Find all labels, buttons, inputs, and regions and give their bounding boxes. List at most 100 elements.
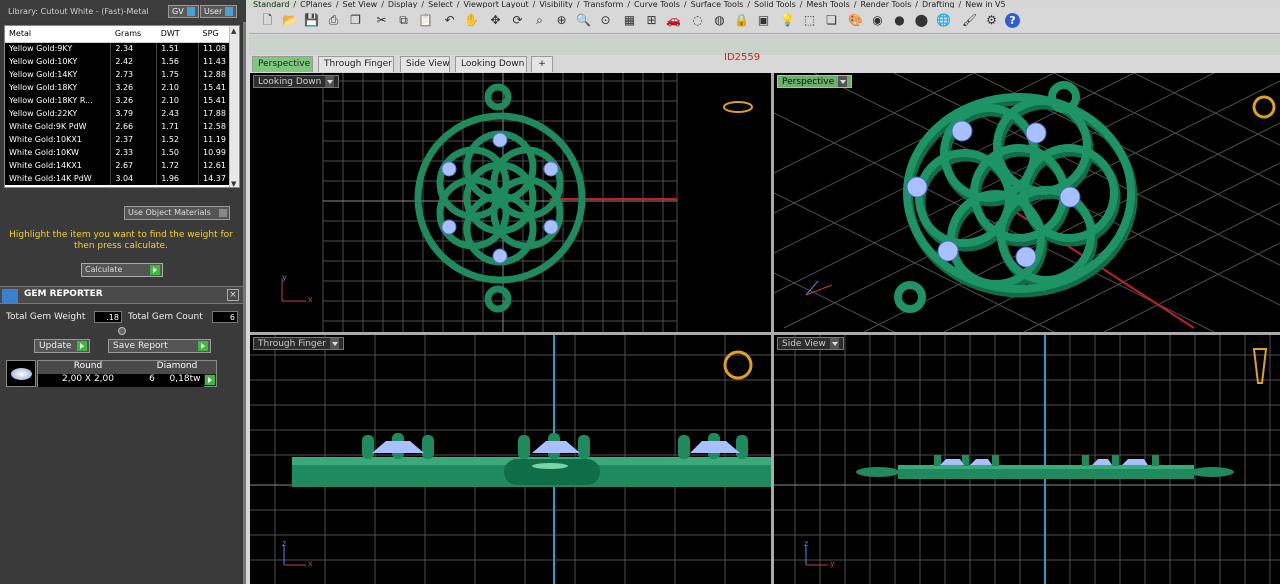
- save-report-button[interactable]: Save Report: [108, 339, 211, 353]
- table-row[interactable]: Yellow Gold:18KY R... 3.26 2.10 15.41: [5, 94, 231, 107]
- render-sphere-icon[interactable]: ⬤: [913, 12, 930, 29]
- table-cell: 1.52: [156, 133, 200, 146]
- col-grams[interactable]: Grams: [110, 26, 157, 43]
- table-row[interactable]: Yellow Gold:22KY 3.79 2.43 17.88: [5, 107, 231, 120]
- undo-icon[interactable]: ↶: [441, 12, 458, 29]
- menu-tab[interactable]: Set View: [339, 1, 382, 9]
- table-row[interactable]: Yellow Gold:9KY 2.34 1.51 11.08: [5, 42, 231, 55]
- viewport-side-view[interactable]: Side View z y: [774, 335, 1280, 584]
- menu-tab[interactable]: Render Tools: [857, 1, 916, 9]
- print-icon[interactable]: ⎙: [325, 12, 342, 29]
- use-object-materials-toggle[interactable]: Use Object Materials: [124, 206, 230, 220]
- menu-tab[interactable]: Solid Tools: [750, 1, 800, 9]
- table-row[interactable]: Yellow Gold:18KY 3.26 2.10 15.41: [5, 81, 231, 94]
- add-tab-icon[interactable]: +: [531, 56, 553, 72]
- viewport-label-perspective[interactable]: Perspective: [777, 75, 853, 88]
- viewport-label-through-finger[interactable]: Through Finger: [253, 337, 344, 350]
- viewport-splitter-horizontal[interactable]: [250, 332, 1280, 335]
- table-row[interactable]: Yellow Gold:14KY 2.73 1.75 12.88: [5, 68, 231, 81]
- menu-tab[interactable]: Curve Tools: [630, 1, 684, 9]
- zoom-extents-icon[interactable]: ⊕: [553, 12, 570, 29]
- calculate-button[interactable]: Calculate: [81, 263, 163, 277]
- zoom-window-icon[interactable]: ⌕: [531, 12, 548, 29]
- properties-icon[interactable]: ❐: [347, 12, 364, 29]
- col-metal[interactable]: Metal: [5, 26, 111, 43]
- gem-row-play-icon[interactable]: [205, 375, 215, 385]
- tab-side-view[interactable]: Side View: [400, 56, 450, 72]
- table-row[interactable]: White Gold:14K PdW 3.04 1.96 14.37: [5, 172, 231, 185]
- menu-tab[interactable]: Drafting: [918, 1, 959, 9]
- menu-tab[interactable]: New in V5: [961, 1, 1009, 9]
- car-icon[interactable]: 🚗: [665, 12, 682, 29]
- pan-hand-icon[interactable]: ✋: [463, 12, 480, 29]
- layer-icon[interactable]: ❏: [823, 12, 840, 29]
- table-cell: 2.67: [110, 159, 158, 172]
- table-row[interactable]: White Gold:14KX1 2.67 1.72 12.61: [5, 159, 231, 172]
- rotate-view-icon[interactable]: ⟳: [509, 12, 526, 29]
- new-file-icon[interactable]: 🗋: [259, 12, 276, 29]
- menu-tab[interactable]: Display: [384, 1, 422, 9]
- grid-icon[interactable]: ▦: [621, 12, 638, 29]
- shaded-sphere-icon[interactable]: ●: [891, 12, 908, 29]
- paste-icon[interactable]: 📋: [417, 12, 434, 29]
- table-row[interactable]: Yellow Gold:10KY 2.42 1.56 11.43: [5, 55, 231, 68]
- tab-perspective[interactable]: Perspective: [252, 56, 313, 72]
- menu-tab[interactable]: Viewport Layout: [459, 1, 532, 9]
- col-spg[interactable]: SPG: [198, 26, 231, 43]
- resize-handle-icon[interactable]: [118, 327, 126, 335]
- cut-icon[interactable]: ✂: [373, 12, 390, 29]
- viewport-through-finger[interactable]: Through Finger z x: [250, 335, 771, 584]
- close-icon[interactable]: ×: [227, 289, 239, 301]
- globe-icon[interactable]: 🌐: [935, 12, 952, 29]
- table-cell: White Gold:9K PdW: [5, 120, 112, 133]
- scroll-down-icon[interactable]: ▼: [231, 180, 236, 187]
- lock-icon[interactable]: 🔒: [733, 12, 750, 29]
- metal-weight-table[interactable]: Metal Grams DWT SPG Yellow Gold:9KY 2.34 1…: [4, 25, 240, 188]
- viewport-label-side-view[interactable]: Side View: [777, 337, 844, 350]
- save-icon[interactable]: 💾: [303, 12, 320, 29]
- viewport-perspective[interactable]: Perspective: [774, 73, 1280, 332]
- tab-looking-down[interactable]: Looking Down: [455, 56, 527, 72]
- brush-icon[interactable]: 🖌: [961, 12, 978, 29]
- viewport-looking-down[interactable]: Looking Down y x: [250, 73, 771, 332]
- table-cell: White Gold:14KX1: [5, 159, 112, 172]
- axis-z-label: z: [804, 539, 809, 548]
- tab-through-finger[interactable]: Through Finger: [318, 56, 394, 72]
- four-viewports-icon[interactable]: ⊞: [643, 12, 660, 29]
- menu-tab[interactable]: Mesh Tools: [803, 1, 854, 9]
- menu-tab[interactable]: Transform: [580, 1, 628, 9]
- update-button[interactable]: Update: [34, 339, 90, 353]
- menu-tab[interactable]: Surface Tools: [687, 1, 748, 9]
- menu-tab[interactable]: CPlanes: [296, 1, 336, 9]
- menu-tab[interactable]: Standard: [249, 1, 294, 8]
- select-icon[interactable]: ⬚: [801, 12, 818, 29]
- table-row[interactable]: White Gold:10KX1 2.37 1.52 11.19: [5, 133, 231, 146]
- show-icon[interactable]: ◍: [711, 12, 728, 29]
- open-folder-icon[interactable]: 📂: [281, 12, 298, 29]
- move-icon[interactable]: ✥: [487, 12, 504, 29]
- menu-tab[interactable]: Select: [424, 1, 457, 9]
- zoom-selected-icon[interactable]: ⊙: [597, 12, 614, 29]
- axis-y-label: y: [830, 559, 835, 568]
- material-icon[interactable]: 🎨: [847, 12, 864, 29]
- help-icon[interactable]: ?: [1005, 13, 1020, 28]
- viewport-splitter-vertical[interactable]: [771, 73, 774, 584]
- table-scrollbar[interactable]: ▲ ▼: [229, 26, 239, 187]
- object-props-icon[interactable]: ▣: [755, 12, 772, 29]
- gv-button[interactable]: GV: [168, 5, 199, 18]
- zoom-in-icon[interactable]: 🔍: [575, 12, 592, 29]
- user-button[interactable]: User: [200, 5, 238, 18]
- settings-gears-icon[interactable]: ⚙: [983, 12, 1000, 29]
- copy-icon[interactable]: ⧉: [395, 12, 412, 29]
- table-row[interactable]: White Gold:10KW 2.33 1.50 10.99: [5, 146, 231, 159]
- hide-icon[interactable]: ◌: [689, 12, 706, 29]
- color-wheel-icon[interactable]: ◉: [869, 12, 886, 29]
- col-dwt[interactable]: DWT: [156, 26, 199, 43]
- scroll-up-icon[interactable]: ▲: [231, 27, 236, 35]
- light-bulb-icon[interactable]: 💡: [779, 12, 796, 29]
- gem-list-row[interactable]: Round Diamond 2,00 X 2,00 6 0,18tw: [6, 360, 218, 388]
- menu-tab[interactable]: Visibility: [535, 1, 577, 9]
- viewport-label-looking-down[interactable]: Looking Down: [253, 75, 340, 88]
- table-row[interactable]: White Gold:9K PdW 2.66 1.71 12.58: [5, 120, 231, 133]
- table-cell: 12.88: [198, 68, 231, 81]
